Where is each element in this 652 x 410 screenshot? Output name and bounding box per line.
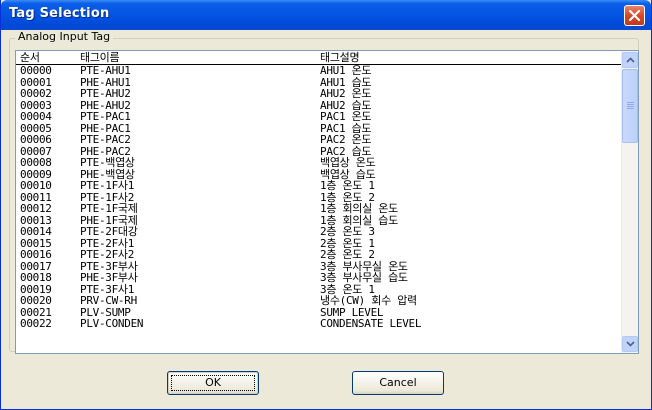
thumb-grip xyxy=(627,102,634,103)
tag-order-cell: 00002 xyxy=(20,87,52,100)
table-row[interactable]: 00020 PRV-CW-RH 냉수(CW) 회수 압력 xyxy=(16,295,622,307)
tag-description-cell: AHU2 온도 xyxy=(320,87,372,100)
scroll-down-button[interactable] xyxy=(622,336,638,352)
table-row[interactable]: 00022 PLV-CONDEN CONDENSATE LEVEL xyxy=(16,318,622,330)
tag-order-cell: 00006 xyxy=(20,133,52,146)
title-bar[interactable]: Tag Selection xyxy=(1,0,651,30)
table-row[interactable]: 00002 PTE-AHU2 AHU2 온도 xyxy=(16,88,622,100)
chevron-down-icon xyxy=(626,341,635,347)
tag-description-cell: PAC1 온도 xyxy=(320,110,372,123)
column-header-tag-name: 태그이름 xyxy=(80,51,120,64)
thumb-grip xyxy=(627,106,634,107)
column-header-tag-description: 태그설명 xyxy=(320,51,360,64)
window-title: Tag Selection xyxy=(9,6,110,21)
tag-description-cell: 냉수(CW) 회수 압력 xyxy=(320,294,417,307)
list-header: 순서 태그이름 태그설명 xyxy=(16,51,622,64)
tag-order-cell: 00010 xyxy=(20,179,52,192)
tag-name-cell: PTE-백엽상 xyxy=(80,156,135,169)
tag-order-cell: 00016 xyxy=(20,248,52,261)
thumb-grip xyxy=(627,108,634,109)
table-row[interactable]: 00014 PTE-2F대강 2층 온도 3 xyxy=(16,226,622,238)
ok-button-label: OK xyxy=(205,376,221,389)
close-icon xyxy=(628,9,641,22)
tag-description-cell: 2층 온도 2 xyxy=(320,248,375,261)
cancel-button[interactable]: Cancel xyxy=(352,371,444,395)
tag-name-cell: PTE-PAC1 xyxy=(80,110,131,123)
table-row[interactable]: 00008 PTE-백엽상 백엽상 온도 xyxy=(16,157,622,169)
tag-name-cell: PTE-AHU1 xyxy=(80,64,131,77)
column-header-order: 순서 xyxy=(20,51,40,64)
tag-description-cell: 1층 회의실 온도 xyxy=(320,202,398,215)
tag-name-cell: PLV-CONDEN xyxy=(80,317,144,330)
scroll-up-button[interactable] xyxy=(622,52,638,68)
table-row[interactable]: 00000 PTE-AHU1 AHU1 온도 xyxy=(16,65,622,77)
tag-order-cell: 00000 xyxy=(20,64,52,77)
table-row[interactable]: 00010 PTE-1F사1 1층 온도 1 xyxy=(16,180,622,192)
tag-list[interactable]: 순서 태그이름 태그설명 00000 PTE-AHU1 AHU1 온도 00001 PH… xyxy=(15,50,639,354)
tag-name-cell: PTE-2F대강 xyxy=(80,225,138,238)
table-row[interactable]: 00018 PHE-3F부사 3층 부사무실 습도 xyxy=(16,272,622,284)
tag-order-cell: 00022 xyxy=(20,317,52,330)
table-row[interactable]: 00012 PTE-1F국제 1층 회의실 온도 xyxy=(16,203,622,215)
tag-name-cell: PHE-3F부사 xyxy=(80,271,138,284)
tag-name-cell: PTE-2F사2 xyxy=(80,248,135,261)
tag-name-cell: PTE-1F사1 xyxy=(80,179,135,192)
table-row[interactable]: 00006 PTE-PAC2 PAC2 온도 xyxy=(16,134,622,146)
vertical-scrollbar[interactable] xyxy=(621,51,638,353)
tag-description-cell: 1층 온도 1 xyxy=(320,179,375,192)
tag-description-cell: CONDENSATE LEVEL xyxy=(320,317,422,330)
thumb-grip xyxy=(627,104,634,105)
tag-order-cell: 00014 xyxy=(20,225,52,238)
tag-name-cell: PTE-AHU2 xyxy=(80,87,131,100)
tag-name-cell: PTE-1F국제 xyxy=(80,202,138,215)
table-row[interactable]: 00016 PTE-2F사2 2층 온도 2 xyxy=(16,249,622,261)
tag-description-cell: 백엽상 온도 xyxy=(320,156,376,169)
tag-order-cell: 00020 xyxy=(20,294,52,307)
tag-order-cell: 00008 xyxy=(20,156,52,169)
tag-order-cell: 00012 xyxy=(20,202,52,215)
tag-order-cell: 00018 xyxy=(20,271,52,284)
chevron-up-icon xyxy=(626,57,635,63)
cancel-button-label: Cancel xyxy=(379,376,417,389)
tag-selection-dialog: Tag Selection Analog Input Tag 순서 태그이름 태… xyxy=(0,0,652,410)
table-row[interactable]: 00004 PTE-PAC1 PAC1 온도 xyxy=(16,111,622,123)
ok-button[interactable]: OK xyxy=(167,371,259,395)
tag-name-cell: PTE-PAC2 xyxy=(80,133,131,146)
tag-name-cell: PRV-CW-RH xyxy=(80,294,137,307)
tag-description-cell: PAC2 온도 xyxy=(320,133,372,146)
tag-description-cell: 2층 온도 3 xyxy=(320,225,375,238)
list-rows: 00000 PTE-AHU1 AHU1 온도 00001 PHE-AHU1 AHU1 습도… xyxy=(16,65,622,353)
tag-order-cell: 00004 xyxy=(20,110,52,123)
tag-description-cell: 3층 부사무실 습도 xyxy=(320,271,408,284)
close-button[interactable] xyxy=(624,5,645,26)
group-label: Analog Input Tag xyxy=(15,30,114,43)
scroll-thumb[interactable] xyxy=(622,69,638,143)
tag-description-cell: AHU1 온도 xyxy=(320,64,372,77)
